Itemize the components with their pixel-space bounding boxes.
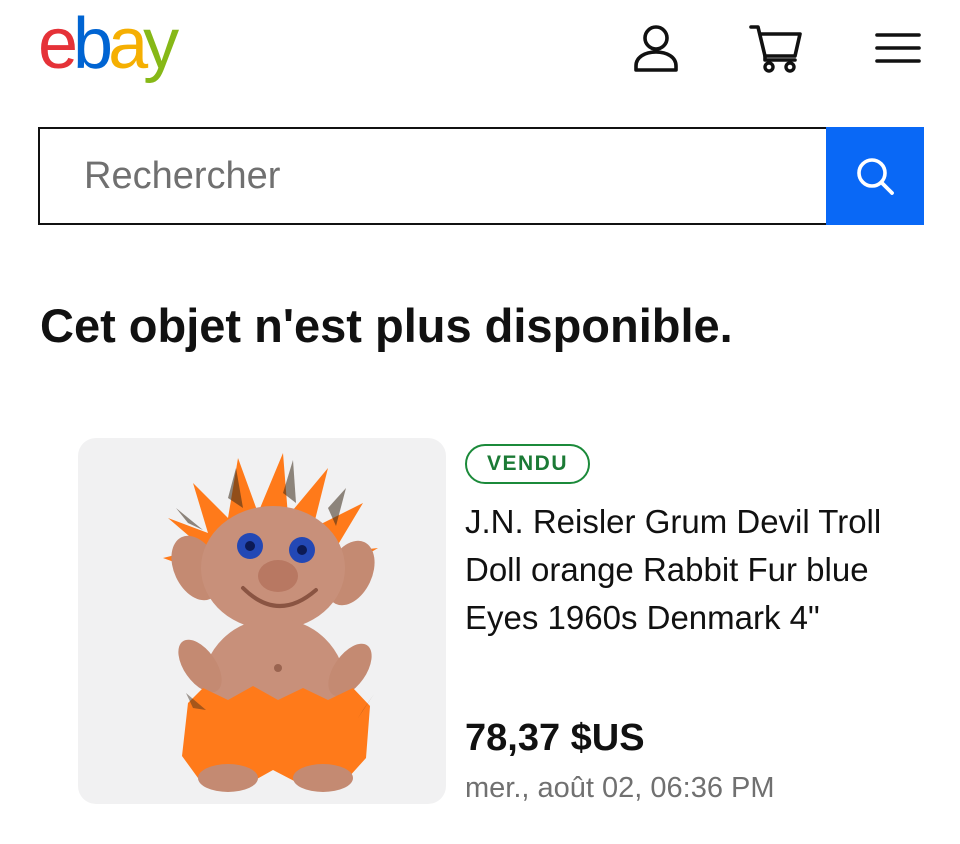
- user-icon: [634, 25, 678, 72]
- item-date: mer., août 02, 06:36 PM: [465, 772, 775, 804]
- search-icon: [857, 158, 894, 195]
- item-image[interactable]: [78, 438, 446, 804]
- logo-letter-y: y: [143, 4, 179, 84]
- cart-button[interactable]: [746, 18, 806, 78]
- troll-doll-image: [163, 453, 378, 792]
- logo-letter-b: b: [73, 4, 113, 84]
- page: e b a y Rechercher Cet objet n'est plus …: [0, 0, 960, 844]
- menu-button[interactable]: [868, 18, 928, 78]
- search-input[interactable]: [38, 127, 826, 225]
- search-bar: [38, 127, 924, 225]
- menu-icon: [875, 33, 921, 63]
- ebay-logo[interactable]: e b a y: [38, 4, 179, 84]
- item-price: 78,37 $US: [465, 717, 645, 759]
- logo-letter-e: e: [38, 4, 78, 84]
- status-badge: VENDU: [465, 444, 591, 484]
- page-title: Cet objet n'est plus disponible.: [40, 299, 733, 352]
- account-button[interactable]: [626, 18, 686, 78]
- cart-icon: [749, 25, 802, 73]
- item-title-link[interactable]: J.N. Reisler Grum Devil Troll Doll orang…: [465, 498, 905, 642]
- search-button[interactable]: [826, 127, 924, 225]
- logo-letter-a: a: [108, 4, 148, 84]
